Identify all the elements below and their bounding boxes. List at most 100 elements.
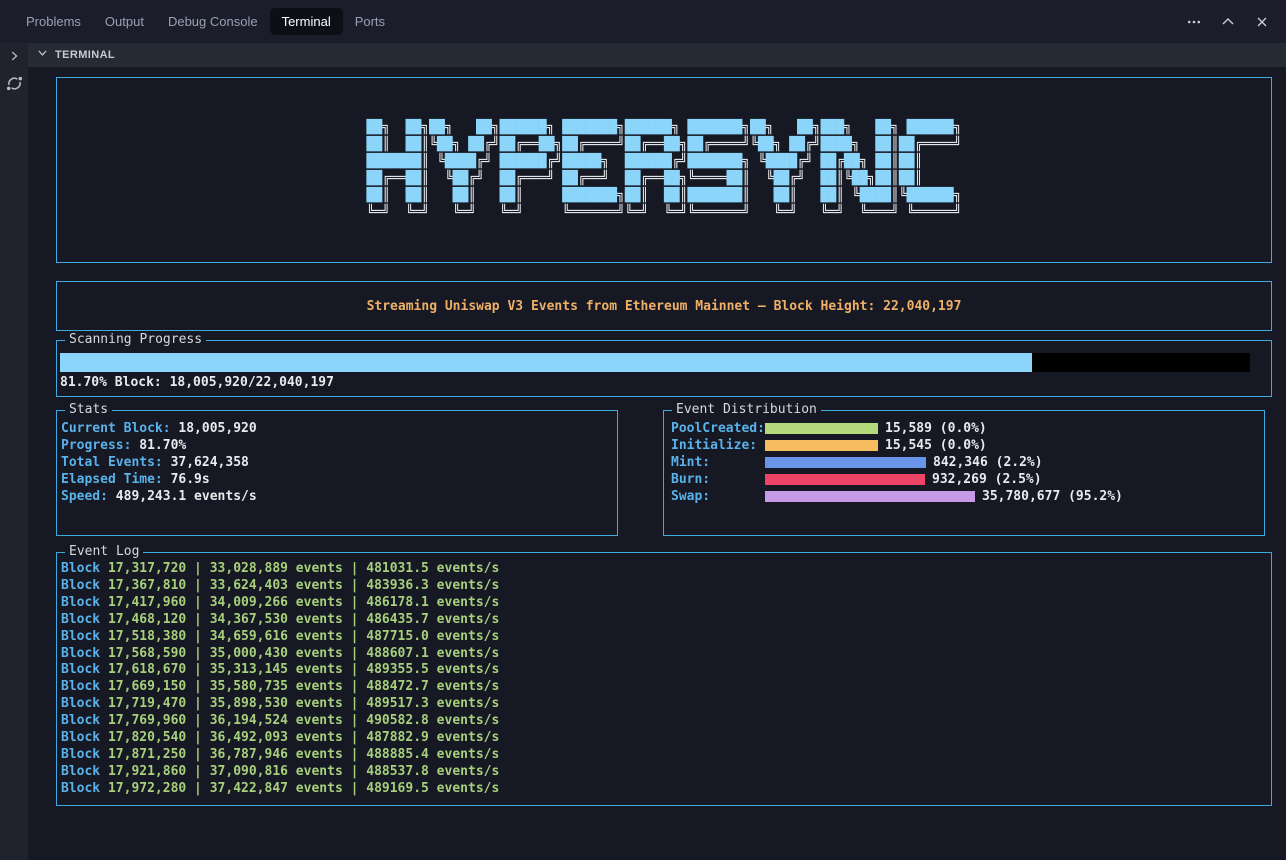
distribution-value: 842,346 (2.2%) xyxy=(933,455,1043,470)
status-text: Streaming Uniswap V3 Events from Ethereu… xyxy=(367,299,962,314)
stat-value: 18,005,920 xyxy=(171,421,257,436)
side-strip xyxy=(0,43,28,860)
log-block-label: Block xyxy=(61,764,100,779)
event-log-row: Block 17,417,960 | 34,009,266 events | 4… xyxy=(61,595,1271,612)
stat-label: Speed: xyxy=(61,489,108,504)
distribution-bar xyxy=(765,457,926,468)
event-log-title: Event Log xyxy=(65,544,143,560)
vscode-bottom-panel: Problems Output Debug Console Terminal P… xyxy=(0,0,1286,860)
distribution-bar xyxy=(765,423,878,434)
log-row-text: 17,769,960 | 36,194,524 events | 490582.… xyxy=(100,713,499,728)
terminal-section-header[interactable]: TERMINAL xyxy=(28,43,1286,67)
stat-row: Total Events: 37,624,358 xyxy=(61,454,617,471)
log-row-text: 17,317,720 | 33,028,889 events | 481031.… xyxy=(100,561,499,576)
log-block-label: Block xyxy=(61,679,100,694)
tab-debug-console[interactable]: Debug Console xyxy=(156,8,270,35)
stats-box: Stats Current Block: 18,005,920Progress:… xyxy=(56,410,618,536)
distribution-label: Mint: xyxy=(671,455,765,470)
event-distribution-box: Event Distribution PoolCreated:15,589 (0… xyxy=(663,410,1265,536)
event-log-row: Block 17,719,470 | 35,898,530 events | 4… xyxy=(61,696,1271,713)
log-block-label: Block xyxy=(61,713,100,728)
log-block-label: Block xyxy=(61,578,100,593)
log-row-text: 17,820,540 | 36,492,093 events | 487882.… xyxy=(100,730,499,745)
log-block-label: Block xyxy=(61,629,100,644)
event-distribution-title: Event Distribution xyxy=(672,402,821,418)
event-log-row: Block 17,972,280 | 37,422,847 events | 4… xyxy=(61,781,1271,798)
event-log-rows: Block 17,317,720 | 33,028,889 events | 4… xyxy=(61,561,1271,798)
log-block-label: Block xyxy=(61,612,100,627)
log-block-label: Block xyxy=(61,646,100,661)
hypersync-ascii-art: ██╗ ██╗██╗ ██╗██████╗ ███████╗██████╗ ██… xyxy=(367,119,962,221)
event-log-row: Block 17,568,590 | 35,000,430 events | 4… xyxy=(61,646,1271,663)
log-block-label: Block xyxy=(61,696,100,711)
close-panel-icon[interactable] xyxy=(1254,14,1270,30)
stat-row: Current Block: 18,005,920 xyxy=(61,420,617,437)
event-log-row: Block 17,921,860 | 37,090,816 events | 4… xyxy=(61,764,1271,781)
log-row-text: 17,669,150 | 35,580,735 events | 488472.… xyxy=(100,679,499,694)
scanning-progress-box: Scanning Progress 81.70% Block: 18,005,9… xyxy=(56,340,1272,397)
event-log-row: Block 17,468,120 | 34,367,530 events | 4… xyxy=(61,612,1271,629)
panel-controls xyxy=(1186,14,1270,30)
distribution-row: Mint: 842,346 (2.2%) xyxy=(671,454,1264,471)
stat-label: Current Block: xyxy=(61,421,171,436)
expand-panel-chevron-icon[interactable] xyxy=(7,49,21,68)
stat-row: Elapsed Time: 76.9s xyxy=(61,471,617,488)
progress-bar xyxy=(60,353,1250,372)
distribution-rows: PoolCreated: 15,589 (0.0%) Initialize: 15,5… xyxy=(671,420,1264,505)
distribution-label: Burn: xyxy=(671,472,765,487)
event-log-row: Block 17,669,150 | 35,580,735 events | 4… xyxy=(61,679,1271,696)
stat-row: Progress: 81.70% xyxy=(61,437,617,454)
log-block-label: Block xyxy=(61,595,100,610)
log-block-label: Block xyxy=(61,662,100,677)
stats-title: Stats xyxy=(65,402,112,418)
distribution-label: PoolCreated: xyxy=(671,421,765,436)
tab-output[interactable]: Output xyxy=(93,8,156,35)
event-log-box: Event Log Block 17,317,720 | 33,028,889 … xyxy=(56,552,1272,806)
panel-tab-bar: Problems Output Debug Console Terminal P… xyxy=(0,0,1286,43)
distribution-value: 15,545 (0.0%) xyxy=(885,438,987,453)
stat-label: Elapsed Time: xyxy=(61,472,163,487)
stat-label: Progress: xyxy=(61,438,131,453)
status-box: Streaming Uniswap V3 Events from Ethereu… xyxy=(56,281,1272,331)
log-row-text: 17,719,470 | 35,898,530 events | 489517.… xyxy=(100,696,499,711)
tab-problems[interactable]: Problems xyxy=(14,8,93,35)
distribution-row: Swap:35,780,677 (95.2%) xyxy=(671,488,1264,505)
distribution-bar xyxy=(765,491,975,502)
event-log-row: Block 17,367,810 | 33,624,403 events | 4… xyxy=(61,578,1271,595)
log-block-label: Block xyxy=(61,561,100,576)
terminal-viewport[interactable]: ██╗ ██╗██╗ ██╗██████╗ ███████╗██████╗ ██… xyxy=(28,67,1286,860)
distribution-row: PoolCreated: 15,589 (0.0%) xyxy=(671,420,1264,437)
distribution-value: 932,269 (2.5%) xyxy=(932,472,1042,487)
stat-label: Total Events: xyxy=(61,455,163,470)
event-log-row: Block 17,871,250 | 36,787,946 events | 4… xyxy=(61,747,1271,764)
distribution-label: Initialize: xyxy=(671,438,765,453)
maximize-panel-icon[interactable] xyxy=(1220,14,1236,30)
log-block-label: Block xyxy=(61,730,100,745)
tab-ports[interactable]: Ports xyxy=(343,8,397,35)
event-log-row: Block 17,820,540 | 36,492,093 events | 4… xyxy=(61,730,1271,747)
distribution-row: Burn: 932,269 (2.5%) xyxy=(671,471,1264,488)
banner-box: ██╗ ██╗██╗ ██╗██████╗ ███████╗██████╗ ██… xyxy=(56,77,1272,263)
event-log-row: Block 17,518,380 | 34,659,616 events | 4… xyxy=(61,629,1271,646)
event-log-row: Block 17,769,960 | 36,194,524 events | 4… xyxy=(61,713,1271,730)
distribution-bar xyxy=(765,440,878,451)
log-row-text: 17,871,250 | 36,787,946 events | 488885.… xyxy=(100,747,499,762)
tab-terminal[interactable]: Terminal xyxy=(270,8,343,35)
distribution-value: 35,780,677 (95.2%) xyxy=(982,489,1123,504)
panel-tabs: Problems Output Debug Console Terminal P… xyxy=(14,8,397,35)
progress-label: 81.70% Block: 18,005,920/22,040,197 xyxy=(60,374,1253,391)
more-actions-icon[interactable] xyxy=(1186,14,1202,30)
stat-value: 37,624,358 xyxy=(163,455,249,470)
distribution-row: Initialize: 15,545 (0.0%) xyxy=(671,437,1264,454)
stats-rows: Current Block: 18,005,920Progress: 81.70… xyxy=(61,420,617,505)
log-block-label: Block xyxy=(61,747,100,762)
collapse-chevron-icon[interactable] xyxy=(36,46,49,64)
log-row-text: 17,518,380 | 34,659,616 events | 487715.… xyxy=(100,629,499,644)
log-row-text: 17,618,670 | 35,313,145 events | 489355.… xyxy=(100,662,499,677)
log-row-text: 17,417,960 | 34,009,266 events | 486178.… xyxy=(100,595,499,610)
sync-icon[interactable] xyxy=(5,74,24,98)
log-row-text: 17,468,120 | 34,367,530 events | 486435.… xyxy=(100,612,499,627)
log-row-text: 17,568,590 | 35,000,430 events | 488607.… xyxy=(100,646,499,661)
distribution-value: 15,589 (0.0%) xyxy=(885,421,987,436)
terminal-section-title: TERMINAL xyxy=(55,49,115,61)
